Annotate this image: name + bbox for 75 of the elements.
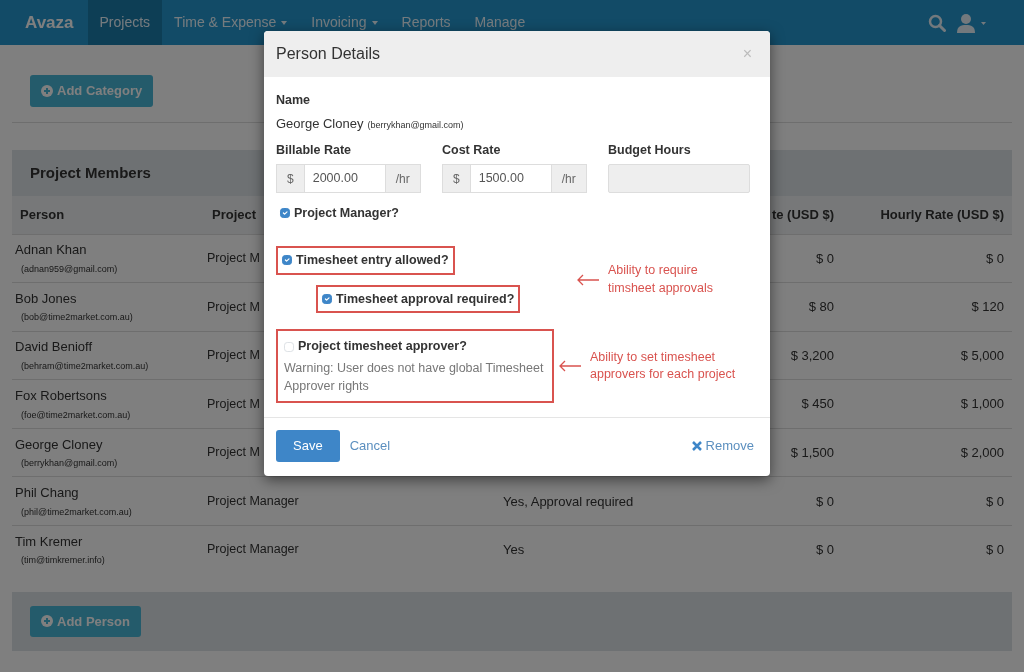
person-name: George Cloney <box>276 114 364 133</box>
unit-addon: /hr <box>550 164 587 193</box>
column-header: Hourly Rate (USD $) <box>842 196 1012 234</box>
person-email: (bob@time2market.com.au) <box>20 311 133 325</box>
annotation-text: Ability to set timesheet approvers for each project <box>590 348 736 384</box>
remove-link[interactable]: Remove <box>691 436 754 456</box>
table-cell-text: $ 0 <box>985 249 1004 268</box>
column-header: Person <box>12 196 204 234</box>
annotation-arrow <box>558 360 582 373</box>
table-cell-text: Project M <box>207 347 260 365</box>
brand-logo[interactable]: Avaza <box>25 9 74 36</box>
table-cell-text: Project M <box>207 298 260 316</box>
table-cell-text: $ 120 <box>971 298 1004 317</box>
person-email: (berrykhan@gmail.com) <box>367 118 464 132</box>
add-person-button[interactable]: Add Person <box>30 605 141 638</box>
person-name: Adnan Khan <box>15 241 87 260</box>
unit-addon: /hr <box>384 164 421 193</box>
annotation-text: Ability to require timsheet approvals <box>608 262 713 297</box>
person-email: (tim@timkremer.info) <box>20 554 105 568</box>
table-cell-text: $ 1,500 <box>790 443 834 462</box>
table-cell-text: $ 0 <box>985 492 1004 511</box>
table-cell-text: $ 0 <box>815 541 834 560</box>
person-name: Tim Kremer <box>15 532 83 551</box>
table-cell-text: $ 0 <box>815 492 834 511</box>
warning-text: Warning: User does not have global Timesheet Approver rights <box>284 360 545 395</box>
field-label: Name <box>276 92 312 109</box>
person-email: (phil@time2market.com.au) <box>20 505 132 519</box>
checkbox[interactable] <box>322 293 332 304</box>
table-cell-text: $ 5,000 <box>960 346 1004 365</box>
checkbox-label[interactable]: Project Manager? <box>294 204 399 223</box>
currency-addon: $ <box>442 164 471 193</box>
cancel-link[interactable]: Cancel <box>349 436 391 456</box>
close-icon <box>691 440 702 451</box>
table-cell-text: Yes, Approval required <box>503 492 634 511</box>
table-cell-text: $ 2,000 <box>960 443 1004 462</box>
person-name: Bob Jones <box>15 289 77 308</box>
nav-item[interactable]: Manage <box>462 0 538 45</box>
user-menu-icon[interactable] <box>956 12 986 33</box>
table-cell-text: $ 0 <box>815 249 834 268</box>
annotation-arrow <box>576 273 600 286</box>
table-cell-text: $ 80 <box>808 298 834 317</box>
table-cell-text: Project M <box>207 444 260 462</box>
nav-item[interactable]: Projects <box>87 0 163 45</box>
add-category-button[interactable]: Add Category <box>30 75 154 107</box>
person-email: (adnan959@gmail.com) <box>20 262 118 276</box>
person-email: (behram@time2market.com.au) <box>20 360 149 373</box>
table-cell-text: Project M <box>207 249 260 267</box>
table-cell-text: $ 450 <box>801 395 834 414</box>
plus-circle-icon <box>41 615 53 628</box>
person-name: Phil Chang <box>15 484 79 503</box>
table-cell-text: Yes <box>503 541 525 560</box>
checkbox-label[interactable]: Timesheet entry allowed? <box>296 250 449 270</box>
table-cell-text: $ 1,000 <box>960 395 1004 414</box>
checkbox[interactable] <box>280 208 290 219</box>
person-name: David Benioff <box>15 338 93 357</box>
person-name: Fox Robertsons <box>15 387 107 406</box>
table-cell-text: Project M <box>207 395 260 413</box>
person-email: (berrykhan@gmail.com) <box>20 457 118 471</box>
plus-circle-icon <box>41 84 53 97</box>
table-cell-text: Project Manager <box>207 492 299 510</box>
person-name: George Cloney <box>15 435 103 454</box>
save-button[interactable]: Save <box>276 430 340 462</box>
checkbox[interactable] <box>282 255 292 266</box>
table-cell-text: $ 3,200 <box>790 346 834 365</box>
modal-title: Person Details <box>276 44 381 64</box>
input-field[interactable]: 1500.00 <box>470 164 551 193</box>
table-cell-text: Project Manager <box>207 541 299 559</box>
nav-item[interactable]: Reports <box>389 0 463 45</box>
search-icon[interactable] <box>928 13 946 32</box>
checkbox-label[interactable]: Timesheet approval required? <box>336 289 515 309</box>
currency-addon: $ <box>276 164 305 193</box>
table-cell-text: $ 0 <box>985 541 1004 560</box>
checkbox-label[interactable]: Project timesheet approver? <box>298 337 467 356</box>
person-email: (foe@time2market.com.au) <box>20 408 131 422</box>
input-field[interactable]: 2000.00 <box>304 164 385 193</box>
